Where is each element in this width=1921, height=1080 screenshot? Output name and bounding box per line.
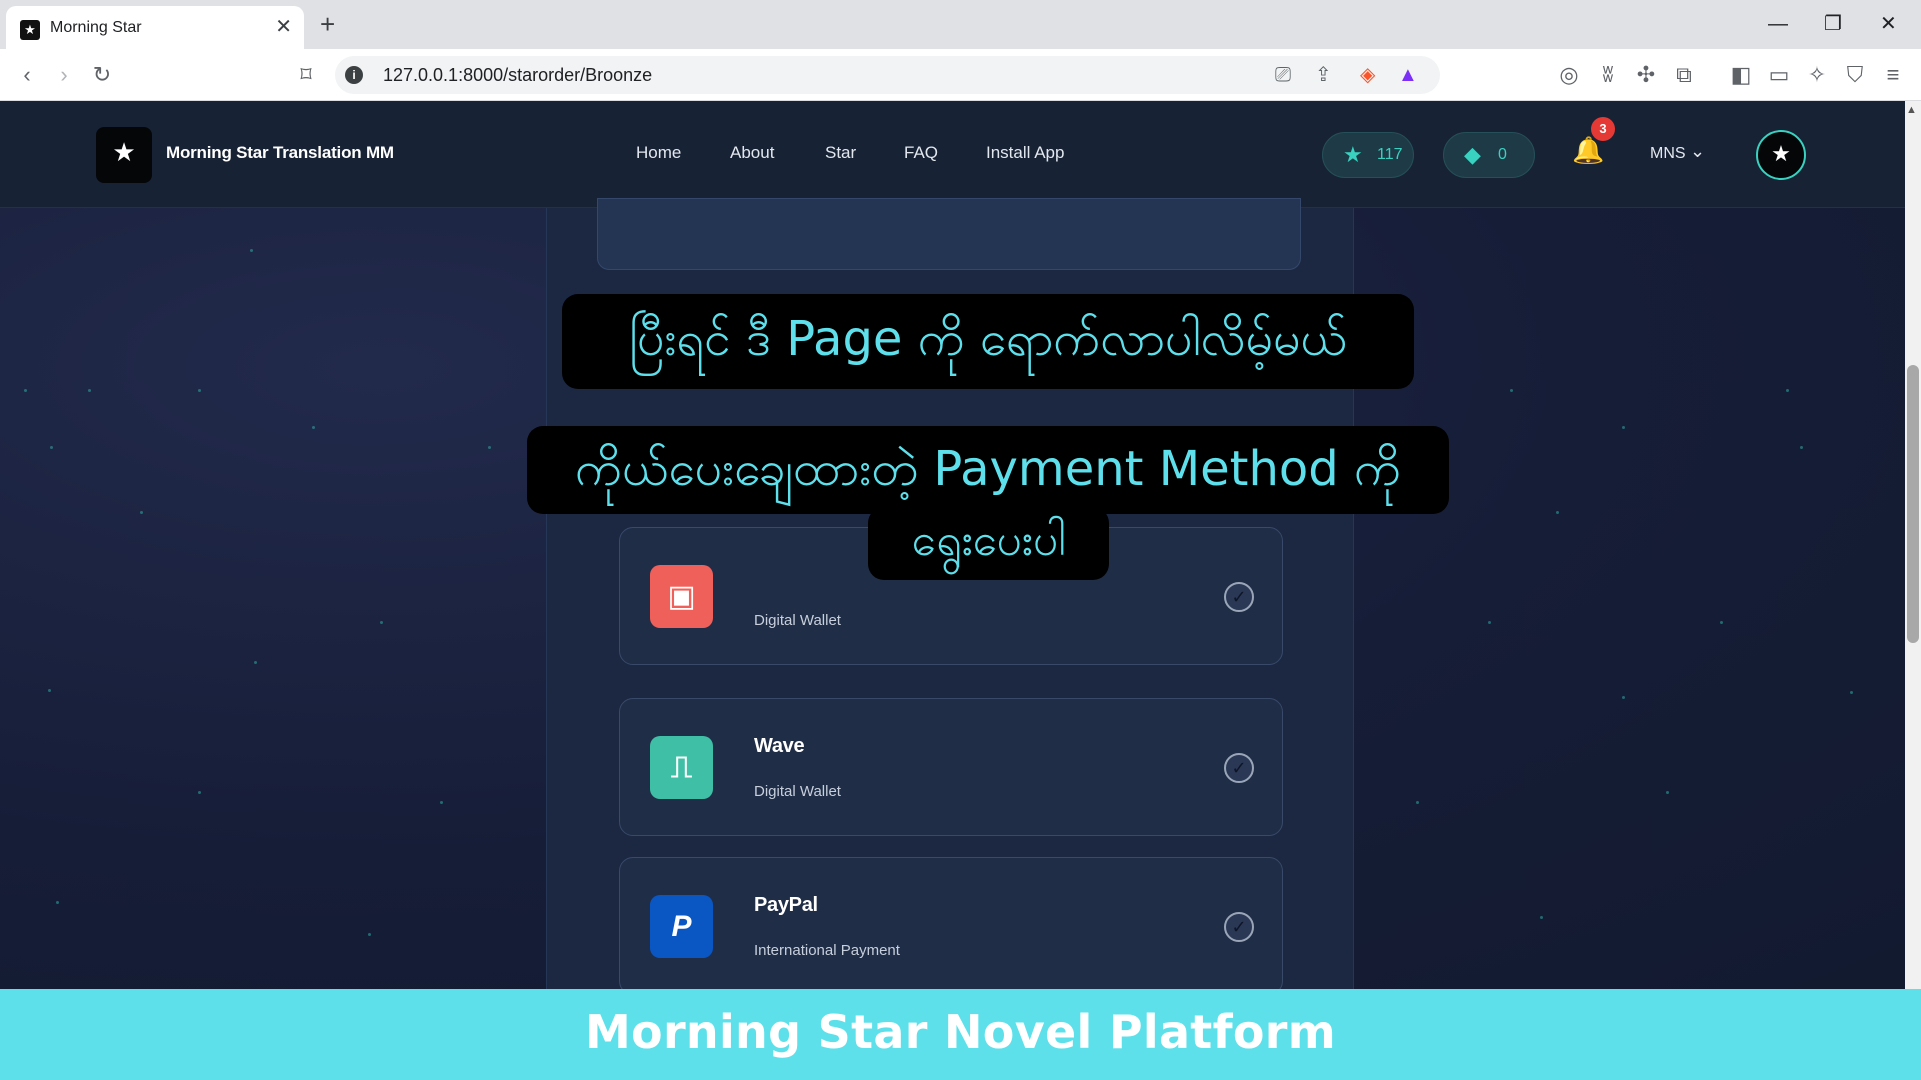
background-star: [250, 249, 253, 252]
nav-home[interactable]: Home: [636, 143, 681, 163]
reader-mode-icon[interactable]: ʬ: [1594, 61, 1622, 89]
caption-line-3: ရွေးပေးပါ: [868, 507, 1109, 580]
cast-icon[interactable]: ⎚: [1275, 63, 1291, 87]
extensions-icon[interactable]: ✣: [1632, 61, 1660, 89]
background-star: [1622, 426, 1625, 429]
background-star: [48, 689, 51, 692]
star-balance-pill[interactable]: ★ 117: [1322, 132, 1414, 178]
scroll-up-arrow-icon[interactable]: ▲: [1906, 104, 1917, 116]
new-tab-icon[interactable]: +: [320, 10, 335, 38]
wallet-icon[interactable]: ▭: [1765, 61, 1793, 89]
background-star: [312, 426, 315, 429]
payment-title: Wave: [754, 735, 805, 757]
nav-faq[interactable]: FAQ: [904, 143, 938, 163]
chevron-down-icon[interactable]: ⌄: [1690, 139, 1705, 163]
site-navbar: ★ Morning Star Translation MM Home About…: [0, 101, 1905, 208]
scrollbar-thumb[interactable]: [1907, 365, 1919, 643]
video-footer-banner: Morning Star Novel Platform: [0, 989, 1921, 1080]
background-star: [1416, 801, 1419, 804]
caption-line-1: ပြီးရင် ဒီ Page ကို ရောက်လာပါလိမ့်မယ်: [562, 294, 1414, 389]
page-viewport: ★ Morning Star Translation MM Home About…: [0, 101, 1905, 989]
language-selector[interactable]: MNS: [1650, 145, 1686, 163]
sidebar-icon[interactable]: ◧: [1727, 61, 1755, 89]
background-star: [380, 621, 383, 624]
payment-check-icon[interactable]: ✓: [1224, 912, 1254, 942]
browser-tab[interactable]: ★ Morning Star ✕: [6, 6, 304, 49]
screenshot-icon[interactable]: ⧉: [1670, 61, 1698, 89]
payment-title: PayPal: [754, 894, 818, 916]
site-favicon-icon: ★: [20, 20, 40, 40]
nav-about[interactable]: About: [730, 143, 774, 163]
forward-icon[interactable]: ›: [50, 61, 78, 89]
background-star: [50, 446, 53, 449]
star-icon: ★: [1343, 142, 1363, 167]
payment-subtitle: Digital Wallet: [754, 783, 841, 800]
background-star: [1556, 511, 1559, 514]
caption-line-2: ကိုယ်ပေးချေထားတဲ့ Payment Method ကို: [527, 426, 1449, 514]
minimize-window-icon[interactable]: —: [1768, 10, 1788, 38]
paypal-logo-icon: P: [650, 895, 713, 958]
background-star: [254, 661, 257, 664]
background-star: [1786, 389, 1789, 392]
background-star: [24, 389, 27, 392]
browser-tab-strip: ★ Morning Star ✕ + — ❐ ✕: [0, 0, 1921, 49]
footer-title: Morning Star Novel Platform: [584, 1005, 1337, 1059]
brave-rewards-icon[interactable]: ▲: [1398, 63, 1418, 87]
leo-ai-icon[interactable]: ✧: [1803, 61, 1831, 89]
close-window-icon[interactable]: ✕: [1880, 10, 1897, 38]
background-star: [1850, 691, 1853, 694]
background-star: [198, 791, 201, 794]
brand-name[interactable]: Morning Star Translation MM: [166, 143, 394, 163]
nav-install-app[interactable]: Install App: [986, 143, 1064, 163]
reload-icon[interactable]: ↻: [88, 61, 116, 89]
site-info-icon[interactable]: i: [345, 66, 363, 84]
vpn-icon[interactable]: ⛉: [1841, 61, 1869, 89]
background-star: [1720, 621, 1723, 624]
back-icon[interactable]: ‹: [13, 61, 41, 89]
background-star: [1510, 389, 1513, 392]
background-star: [1488, 621, 1491, 624]
site-logo[interactable]: ★: [96, 127, 152, 183]
background-star: [56, 901, 59, 904]
wallet-app-icon: ▣: [650, 565, 713, 628]
background-star: [88, 389, 91, 392]
payment-option-wave[interactable]: ⎍ Wave Digital Wallet ✓: [619, 698, 1283, 836]
background-star: [140, 511, 143, 514]
share-icon[interactable]: ⇪: [1315, 63, 1332, 87]
payment-subtitle: Digital Wallet: [754, 612, 841, 629]
payment-option-paypal[interactable]: P PayPal International Payment ✓: [619, 857, 1283, 989]
close-tab-icon[interactable]: ✕: [275, 15, 292, 39]
background-star: [1540, 916, 1543, 919]
tab-title: Morning Star: [50, 19, 142, 36]
payment-subtitle: International Payment: [754, 942, 900, 959]
background-star: [368, 933, 371, 936]
address-bar[interactable]: i 127.0.0.1:8000/starorder/Broonze ⎚ ⇪ ◈…: [335, 56, 1440, 94]
gem-count: 0: [1498, 146, 1507, 163]
restore-window-icon[interactable]: ❐: [1824, 10, 1842, 38]
background-star: [1666, 791, 1669, 794]
speedreader-icon[interactable]: ◎: [1555, 61, 1583, 89]
nav-star[interactable]: Star: [825, 143, 856, 163]
brave-shields-icon[interactable]: ◈: [1360, 63, 1375, 87]
browser-toolbar: ‹ › ↻ ⌑ i 127.0.0.1:8000/starorder/Broon…: [0, 49, 1921, 101]
menu-icon[interactable]: ≡: [1879, 61, 1907, 89]
payment-check-icon[interactable]: ✓: [1224, 582, 1254, 612]
user-avatar[interactable]: ★: [1756, 130, 1806, 180]
background-star: [198, 389, 201, 392]
star-count: 117: [1377, 146, 1403, 163]
background-star: [440, 801, 443, 804]
background-star: [1622, 696, 1625, 699]
wave-logo-icon: ⎍: [650, 736, 713, 799]
payment-check-icon[interactable]: ✓: [1224, 753, 1254, 783]
background-star: [488, 446, 491, 449]
gem-icon: ◆: [1464, 142, 1481, 167]
background-star: [1800, 446, 1803, 449]
gem-balance-pill[interactable]: ◆ 0: [1443, 132, 1535, 178]
bookmark-icon[interactable]: ⌑: [292, 61, 320, 89]
order-summary-card: [597, 198, 1301, 270]
notification-count-badge: 3: [1591, 117, 1615, 141]
url-text[interactable]: 127.0.0.1:8000/starorder/Broonze: [383, 65, 652, 86]
